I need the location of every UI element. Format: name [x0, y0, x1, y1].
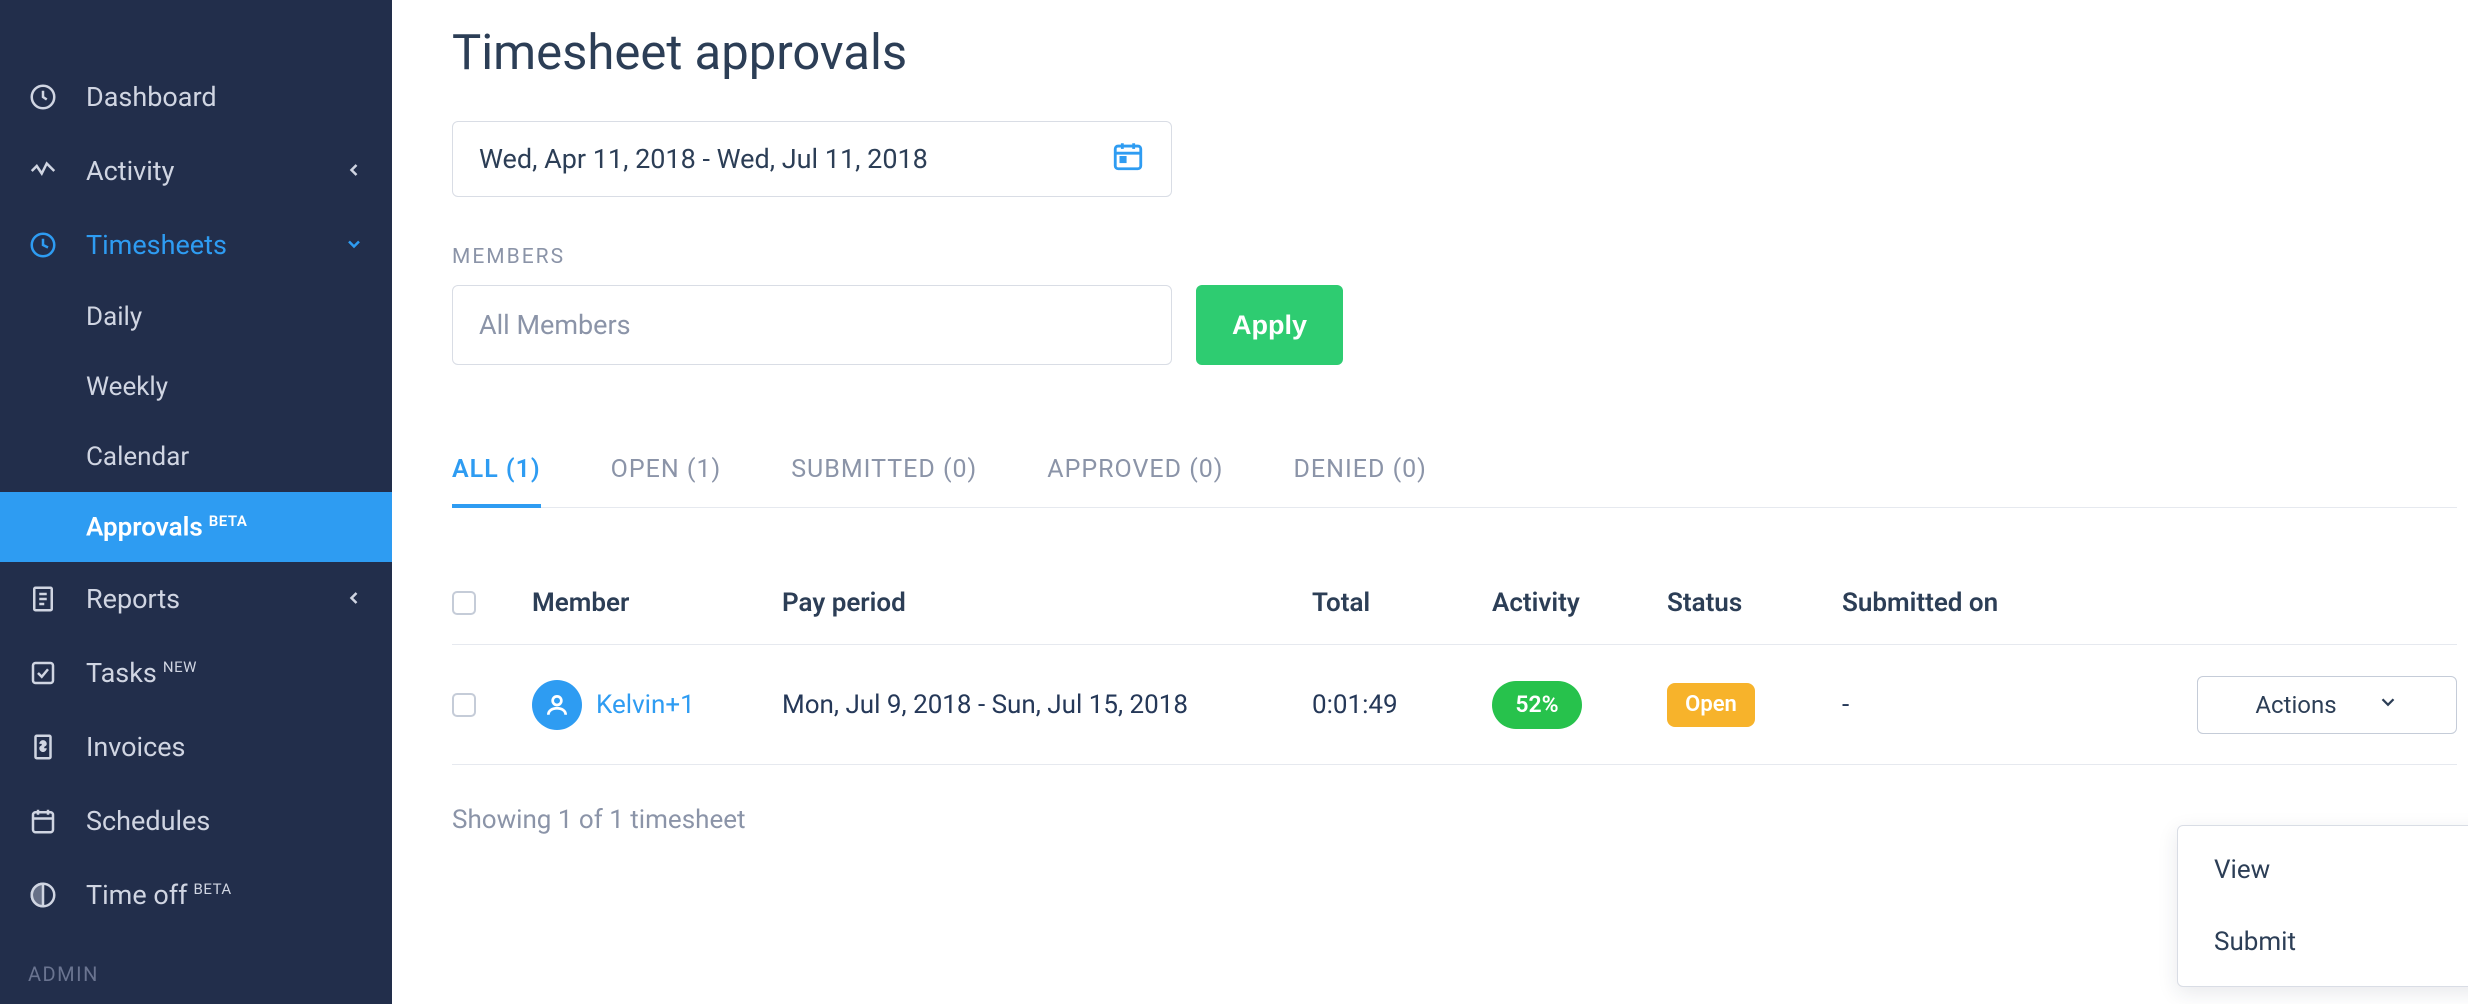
pay-period-value: Mon, Jul 9, 2018 - Sun, Jul 15, 2018	[782, 690, 1312, 720]
main-content: Timesheet approvals Wed, Apr 11, 2018 - …	[392, 0, 2468, 1004]
date-range-value: Wed, Apr 11, 2018 - Wed, Jul 11, 2018	[479, 143, 928, 175]
members-select[interactable]: All Members	[452, 285, 1172, 365]
gauge-icon	[28, 82, 76, 112]
col-member: Member	[532, 588, 782, 618]
col-submitted-on: Submitted on	[1842, 588, 2137, 618]
timesheet-table: Member Pay period Total Activity Status …	[452, 588, 2457, 765]
sidebar-item-label: Weekly	[86, 372, 168, 402]
clock-icon	[28, 230, 76, 260]
report-icon	[28, 584, 76, 614]
actions-label: Actions	[2255, 691, 2336, 719]
sidebar-subitem-calendar[interactable]: Calendar	[0, 422, 392, 492]
tasks-icon	[28, 658, 76, 688]
actions-dropdown-menu: View Submit	[2177, 825, 2468, 987]
beta-badge: BETA	[209, 512, 248, 530]
page-title: Timesheet approvals	[452, 24, 2457, 81]
sidebar-item-label: Timesheets	[86, 229, 227, 261]
tab-open[interactable]: OPEN (1)	[611, 455, 722, 508]
invoice-icon	[28, 732, 76, 762]
tab-denied[interactable]: DENIED (0)	[1294, 455, 1427, 508]
new-badge: NEW	[163, 658, 197, 676]
sidebar-item-timeoff[interactable]: Time offBETA	[0, 858, 392, 932]
sidebar-item-label: Time offBETA	[86, 879, 232, 911]
actions-menu-submit[interactable]: Submit	[2178, 906, 2468, 978]
sidebar-subitem-daily[interactable]: Daily	[0, 282, 392, 352]
chevron-down-icon	[344, 229, 364, 261]
sidebar-item-label: Dashboard	[86, 81, 217, 113]
table-header-row: Member Pay period Total Activity Status …	[452, 588, 2457, 645]
sidebar-subitem-weekly[interactable]: Weekly	[0, 352, 392, 422]
status-badge: Open	[1667, 683, 1755, 727]
col-total: Total	[1312, 588, 1492, 618]
chevron-left-icon	[344, 155, 364, 187]
sidebar-item-label: TasksNEW	[86, 657, 197, 689]
col-activity: Activity	[1492, 588, 1667, 618]
tab-all[interactable]: ALL (1)	[452, 455, 541, 508]
activity-icon	[28, 156, 76, 186]
sidebar-item-label: Activity	[86, 155, 174, 187]
sidebar-item-label: ApprovalsBETA	[86, 512, 247, 543]
member-name: Kelvin+1	[596, 690, 695, 720]
col-pay-period: Pay period	[782, 588, 1312, 618]
chevron-left-icon	[344, 583, 364, 615]
sidebar-item-reports[interactable]: Reports	[0, 562, 392, 636]
sidebar-item-activity[interactable]: Activity	[0, 134, 392, 208]
members-placeholder: All Members	[479, 309, 631, 341]
tab-submitted[interactable]: SUBMITTED (0)	[791, 455, 977, 508]
submitted-on-value: -	[1842, 690, 2137, 720]
schedule-icon	[28, 806, 76, 836]
chevron-down-icon	[2377, 691, 2399, 719]
activity-badge: 52%	[1492, 681, 1582, 729]
sidebar-subitem-approvals[interactable]: ApprovalsBETA	[0, 492, 392, 562]
sidebar-item-label: Daily	[86, 302, 142, 332]
timeoff-icon	[28, 880, 76, 910]
beta-badge: BETA	[194, 880, 232, 898]
sidebar-item-label: Schedules	[86, 805, 210, 837]
tabs: ALL (1) OPEN (1) SUBMITTED (0) APPROVED …	[452, 455, 2457, 508]
col-status: Status	[1667, 588, 1842, 618]
sidebar-item-schedules[interactable]: Schedules	[0, 784, 392, 858]
sidebar-item-timesheets[interactable]: Timesheets	[0, 208, 392, 282]
calendar-icon	[1111, 139, 1145, 180]
tab-approved[interactable]: APPROVED (0)	[1047, 455, 1223, 508]
sidebar-item-invoices[interactable]: Invoices	[0, 710, 392, 784]
sidebar-item-label: Calendar	[86, 442, 189, 472]
admin-section-label: ADMIN	[0, 932, 392, 986]
table-row: Kelvin+1 Mon, Jul 9, 2018 - Sun, Jul 15,…	[452, 645, 2457, 765]
row-checkbox[interactable]	[452, 693, 476, 717]
sidebar-item-label: Invoices	[86, 731, 185, 763]
sidebar-item-dashboard[interactable]: Dashboard	[0, 60, 392, 134]
actions-menu-view[interactable]: View	[2178, 834, 2468, 906]
members-label: MEMBERS	[452, 245, 2457, 269]
select-all-checkbox[interactable]	[452, 591, 476, 615]
sidebar-item-label: Reports	[86, 583, 180, 615]
total-value: 0:01:49	[1312, 690, 1492, 720]
actions-dropdown-button[interactable]: Actions	[2197, 676, 2457, 734]
avatar	[532, 680, 582, 730]
apply-button[interactable]: Apply	[1196, 285, 1343, 365]
member-link[interactable]: Kelvin+1	[532, 680, 782, 730]
table-footer-text: Showing 1 of 1 timesheet	[452, 805, 2457, 835]
date-range-picker[interactable]: Wed, Apr 11, 2018 - Wed, Jul 11, 2018	[452, 121, 1172, 197]
sidebar: Dashboard Activity Timesheets Daily Week…	[0, 0, 392, 1004]
sidebar-item-tasks[interactable]: TasksNEW	[0, 636, 392, 710]
